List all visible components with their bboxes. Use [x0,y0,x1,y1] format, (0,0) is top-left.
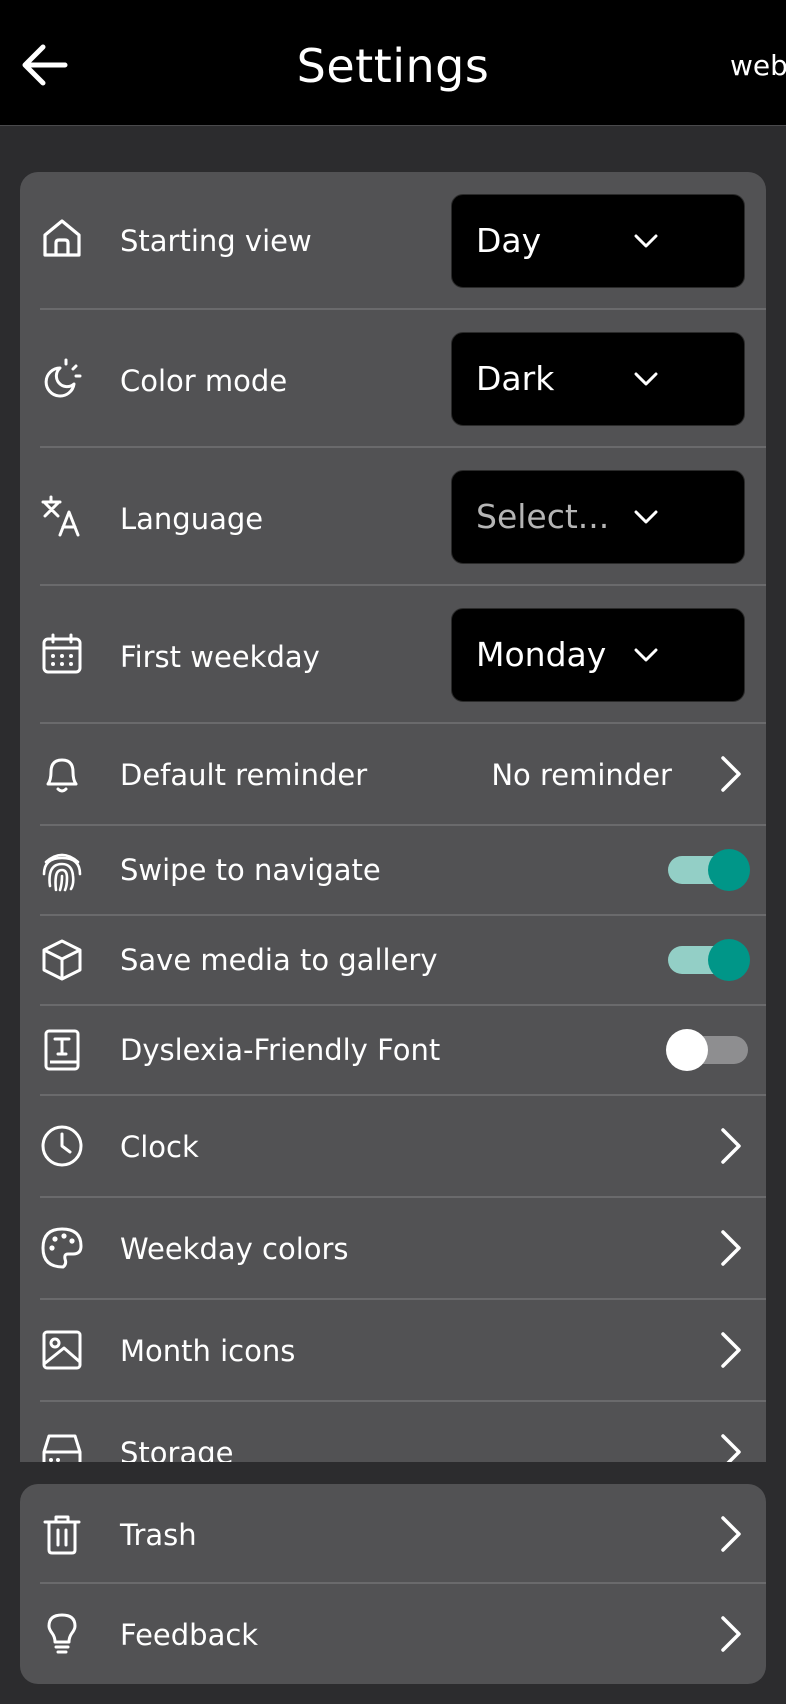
chevron-right-icon [721,1128,741,1164]
starting-view-row: Starting view Day [20,172,766,310]
color-mode-select[interactable]: Dark [451,332,745,426]
chevron-right-icon [721,1332,741,1368]
bell-icon [40,752,84,796]
clock-row[interactable]: Clock [20,1096,766,1198]
top-right-text: web [730,49,786,82]
palette-icon [40,1226,84,1270]
save-media-row: Save media to gallery [20,916,766,1006]
language-label: Language [120,502,264,536]
dyslexia-font-label: Dyslexia-Friendly Font [120,1033,441,1067]
swipe-to-navigate-label: Swipe to navigate [120,853,381,887]
top-app-bar: Settings web [0,0,786,126]
language-row: Language Select... [20,448,766,586]
cube-icon [40,938,84,982]
feedback-label: Feedback [120,1618,259,1652]
storage-row[interactable]: Storage [20,1402,766,1462]
chevron-right-icon [721,1516,741,1552]
storage-icon [40,1430,84,1462]
weekday-colors-row[interactable]: Weekday colors [20,1198,766,1300]
translate-icon [40,494,84,538]
toggle-knob [666,1029,708,1071]
chevron-down-icon [634,372,658,386]
save-media-toggle[interactable] [666,936,750,982]
swipe-to-navigate-row: Swipe to navigate [20,826,766,916]
save-media-label: Save media to gallery [120,943,438,977]
dyslexia-font-toggle[interactable] [666,1026,750,1072]
month-icons-row[interactable]: Month icons [20,1300,766,1402]
toggle-knob [708,849,750,891]
chevron-down-icon [634,510,658,524]
color-mode-label: Color mode [120,364,288,398]
month-icons-label: Month icons [120,1334,296,1368]
swipe-to-navigate-toggle[interactable] [666,846,750,892]
weekday-colors-label: Weekday colors [120,1232,349,1266]
toggle-knob [708,939,750,981]
starting-view-value: Day [476,221,542,260]
trash-label: Trash [120,1518,197,1552]
fingerprint-icon [40,848,84,892]
starting-view-label: Starting view [120,224,312,258]
page-title: Settings [296,39,490,93]
clock-label: Clock [120,1130,199,1164]
trash-row[interactable]: Trash [20,1484,766,1584]
font-book-icon [40,1028,84,1072]
chevron-right-icon [721,1434,741,1462]
color-mode-value: Dark [476,359,555,398]
trash-icon [40,1512,84,1556]
first-weekday-row: First weekday Monday [20,586,766,724]
storage-label: Storage [120,1436,234,1462]
language-select[interactable]: Select... [451,470,745,564]
first-weekday-value: Monday [476,635,607,674]
calendar-icon [40,632,84,676]
default-reminder-value: No reminder [491,758,672,792]
language-placeholder: Select... [476,497,610,536]
default-reminder-row[interactable]: Default reminder No reminder [20,724,766,826]
lightbulb-icon [40,1612,84,1656]
first-weekday-select[interactable]: Monday [451,608,745,702]
clock-icon [40,1124,84,1168]
chevron-down-icon [634,234,658,248]
theme-icon [40,356,84,400]
default-reminder-label: Default reminder [120,758,368,792]
dyslexia-font-row: Dyslexia-Friendly Font [20,1006,766,1096]
first-weekday-label: First weekday [120,640,320,674]
chevron-right-icon [721,1616,741,1652]
color-mode-row: Color mode Dark [20,310,766,448]
feedback-row[interactable]: Feedback [20,1584,766,1684]
secondary-card: Trash Feedback [20,1484,766,1684]
chevron-right-icon [721,1230,741,1266]
image-icon [40,1328,84,1372]
settings-card: Starting view Day Color mode Dark Langua… [20,172,766,1462]
starting-view-select[interactable]: Day [451,194,745,288]
home-icon [40,216,84,260]
chevron-down-icon [634,648,658,662]
chevron-right-icon [721,756,741,792]
